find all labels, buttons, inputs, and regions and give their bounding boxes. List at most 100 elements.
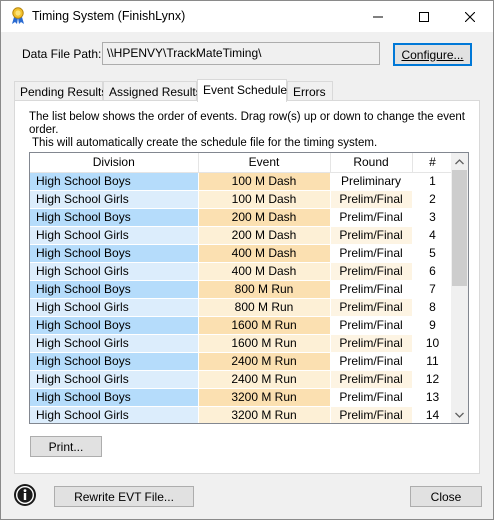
number-cell: 5: [412, 244, 454, 263]
number-cell: 3: [412, 208, 454, 227]
table-row[interactable]: High School Boys 2400 M Run Prelim/Final 11: [30, 352, 454, 371]
instructions-text: The list below shows the order of events…: [29, 111, 475, 150]
table-row[interactable]: High School Girls 100 M Dash Prelim/Final 2: [30, 190, 454, 209]
division-cell: High School Boys: [30, 208, 199, 227]
round-cell: Prelim/Final: [330, 298, 413, 317]
minimize-button[interactable]: [355, 1, 401, 32]
event-cell: 2400 M Run: [198, 352, 331, 371]
round-cell: Prelim/Final: [330, 370, 413, 389]
minimize-icon: [373, 16, 383, 17]
number-cell: 9: [412, 316, 454, 335]
maximize-button[interactable]: [401, 1, 447, 32]
chevron-down-icon: [455, 412, 464, 418]
event-cell: 200 M Dash: [198, 208, 331, 227]
table-row[interactable]: High School Girls 400 M Dash Prelim/Final 6: [30, 262, 454, 281]
division-cell: High School Girls: [30, 370, 199, 389]
round-cell: Prelim/Final: [330, 352, 413, 371]
table-row[interactable]: High School Girls 2400 M Run Prelim/Final 1…: [30, 370, 454, 389]
round-cell: Prelim/Final: [330, 280, 413, 299]
event-cell: 800 M Run: [198, 298, 331, 317]
table-header-row: Division Event Round #: [30, 153, 454, 173]
division-cell: High School Boys: [30, 316, 199, 335]
round-cell: Prelim/Final: [330, 208, 413, 227]
window-title: Timing System (FinishLynx): [32, 9, 186, 23]
close-icon: [465, 11, 475, 22]
table-row[interactable]: High School Boys 1600 M Run Prelim/Final 9: [30, 316, 454, 335]
number-cell: 8: [412, 298, 454, 317]
event-table: Division Event Round # High School Boys 1…: [30, 153, 454, 423]
event-cell: 200 M Dash: [198, 226, 331, 245]
table-row[interactable]: High School Boys 3200 M Run Prelim/Final 13: [30, 388, 454, 407]
table-row[interactable]: High School Boys 100 M Dash Preliminary 1: [30, 172, 454, 191]
round-cell: Prelim/Final: [330, 190, 413, 209]
table-row[interactable]: High School Girls 200 M Dash Prelim/Final 4: [30, 226, 454, 245]
chevron-up-icon: [455, 158, 464, 164]
scroll-down-button[interactable]: [451, 406, 468, 423]
number-cell: 13: [412, 388, 454, 407]
close-window-button[interactable]: [447, 1, 493, 32]
configure-button-label: Configure...: [401, 47, 464, 62]
table-row[interactable]: High School Boys 800 M Run Prelim/Final 7: [30, 280, 454, 299]
round-cell: Prelim/Final: [330, 334, 413, 353]
table-row[interactable]: High School Girls 800 M Run Prelim/Final 8: [30, 298, 454, 317]
column-header-number[interactable]: #: [412, 153, 454, 173]
title-bar[interactable]: Timing System (FinishLynx): [1, 1, 493, 32]
event-cell: 2400 M Run: [198, 370, 331, 389]
tab-pending-results[interactable]: Pending Results: [14, 81, 107, 101]
print-button[interactable]: Print...: [30, 436, 102, 457]
close-button[interactable]: Close: [410, 486, 482, 507]
number-cell: 12: [412, 370, 454, 389]
event-cell: 100 M Dash: [198, 190, 331, 209]
instructions-line-2: This will automatically create the sched…: [32, 137, 378, 149]
event-cell: 3200 M Run: [198, 388, 331, 407]
event-cell: 800 M Run: [198, 280, 331, 299]
info-icon[interactable]: [13, 483, 37, 507]
event-schedule-grid[interactable]: Division Event Round # High School Boys 1…: [29, 152, 469, 424]
round-cell: Prelim/Final: [330, 244, 413, 263]
tab-event-schedule[interactable]: Event Schedule: [197, 79, 287, 102]
column-header-division[interactable]: Division: [30, 153, 199, 173]
tab-assigned-results[interactable]: Assigned Results: [103, 81, 202, 101]
number-cell: 10: [412, 334, 454, 353]
division-cell: High School Boys: [30, 244, 199, 263]
division-cell: High School Boys: [30, 172, 199, 191]
division-cell: High School Girls: [30, 226, 199, 245]
column-header-event[interactable]: Event: [198, 153, 331, 173]
table-row[interactable]: High School Girls 3200 M Run Prelim/Final 1…: [30, 406, 454, 423]
award-ribbon-icon: [12, 7, 24, 24]
instructions-line-1: The list below shows the order of events…: [29, 111, 465, 136]
division-cell: High School Girls: [30, 298, 199, 317]
number-cell: 4: [412, 226, 454, 245]
event-cell: 3200 M Run: [198, 406, 331, 423]
scrollbar-thumb[interactable]: [452, 170, 467, 286]
vertical-scrollbar[interactable]: [451, 153, 468, 423]
table-row[interactable]: High School Boys 400 M Dash Prelim/Final 5: [30, 244, 454, 263]
column-header-round[interactable]: Round: [330, 153, 413, 173]
division-cell: High School Boys: [30, 352, 199, 371]
table-row[interactable]: High School Girls 1600 M Run Prelim/Final 1…: [30, 334, 454, 353]
round-cell: Prelim/Final: [330, 388, 413, 407]
event-schedule-panel: The list below shows the order of events…: [14, 100, 480, 474]
round-cell: Prelim/Final: [330, 262, 413, 281]
tab-errors[interactable]: Errors: [287, 81, 333, 101]
event-cell: 1600 M Run: [198, 316, 331, 335]
division-cell: High School Girls: [30, 262, 199, 281]
event-cell: 400 M Dash: [198, 244, 331, 263]
timing-system-window: Timing System (FinishLynx) Data File Pat…: [0, 0, 494, 520]
division-cell: High School Boys: [30, 280, 199, 299]
data-file-path-field[interactable]: \\HPENVY\TrackMateTiming\: [102, 42, 380, 65]
number-cell: 14: [412, 406, 454, 423]
table-row[interactable]: High School Boys 200 M Dash Prelim/Final 3: [30, 208, 454, 227]
number-cell: 7: [412, 280, 454, 299]
table-body: High School Boys 100 M Dash Preliminary 1 Hi…: [30, 172, 454, 423]
event-cell: 400 M Dash: [198, 262, 331, 281]
round-cell: Preliminary: [330, 172, 413, 191]
rewrite-evt-file-button[interactable]: Rewrite EVT File...: [54, 486, 194, 507]
number-cell: 11: [412, 352, 454, 371]
maximize-icon: [419, 11, 429, 22]
event-cell: 1600 M Run: [198, 334, 331, 353]
configure-button[interactable]: Configure...: [393, 43, 472, 66]
number-cell: 6: [412, 262, 454, 281]
division-cell: High School Girls: [30, 334, 199, 353]
scroll-up-button[interactable]: [451, 153, 468, 170]
